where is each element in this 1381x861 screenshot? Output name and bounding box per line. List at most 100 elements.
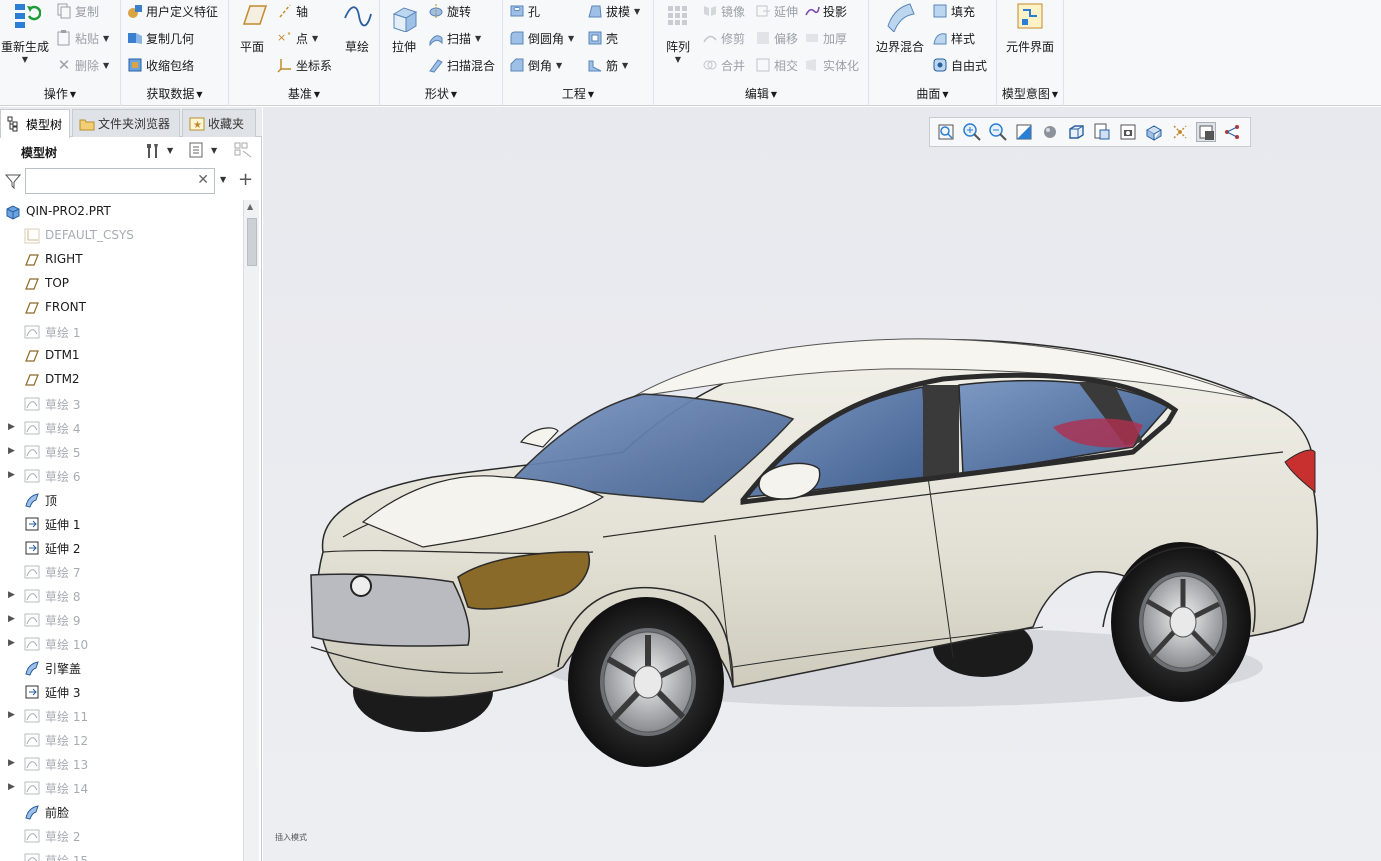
expand-arrow-icon[interactable]: ▶ xyxy=(8,782,15,792)
hole-button[interactable]: 孔 xyxy=(509,0,540,22)
tree-item[interactable]: 草绘 3 xyxy=(0,392,243,416)
tree-item[interactable]: 前脸 xyxy=(0,800,243,824)
tab-model-tree[interactable]: 模型树 xyxy=(0,109,70,138)
tree-item[interactable]: ▶ 草绘 4 xyxy=(0,416,243,440)
tree-item[interactable]: ▶ 草绘 8 xyxy=(0,584,243,608)
tree-item[interactable]: 延伸 1 xyxy=(0,512,243,536)
offset-button[interactable]: 偏移 xyxy=(755,27,798,49)
draft-button[interactable]: 拔模 ▼ xyxy=(587,0,640,22)
group-title-model-intent[interactable]: 模型意图 ▼ xyxy=(997,85,1063,103)
tree-item[interactable]: ▶ 草绘 14 xyxy=(0,776,243,800)
pattern-dropdown-icon[interactable]: ▼ xyxy=(658,55,698,64)
clear-search-icon[interactable]: ✕ xyxy=(197,172,209,188)
tree-item[interactable]: FRONT xyxy=(0,296,243,320)
thicken-button[interactable]: 加厚 xyxy=(804,27,847,49)
style-button[interactable]: 样式 xyxy=(932,27,975,49)
intersect-button[interactable]: 相交 xyxy=(755,54,798,76)
group-title-editing[interactable]: 编辑 ▼ xyxy=(654,85,868,103)
tree-settings-button[interactable]: ▼ xyxy=(144,142,173,158)
tree-item[interactable]: QIN-PRO2.PRT xyxy=(0,200,243,224)
component-interface-button[interactable]: 元件界面 xyxy=(999,2,1061,55)
tree-show-button[interactable]: ▼ xyxy=(188,142,217,158)
tree-item[interactable]: 延伸 3 xyxy=(0,680,243,704)
paste-button[interactable]: 粘贴 ▼ xyxy=(56,27,109,49)
group-title-surfaces[interactable]: 曲面 ▼ xyxy=(869,85,996,103)
regenerate-button[interactable]: 重新生成 ▼ xyxy=(0,2,50,64)
expand-arrow-icon[interactable]: ▶ xyxy=(8,758,15,768)
project-button[interactable]: 投影 xyxy=(804,0,847,22)
tree-item[interactable]: ▶ 草绘 6 xyxy=(0,464,243,488)
tree-search-input[interactable]: ✕ xyxy=(25,168,215,194)
axis-button[interactable]: 轴 xyxy=(277,0,308,22)
extend-button[interactable]: 延伸 xyxy=(755,0,798,22)
sweep-button[interactable]: 扫描 ▼ xyxy=(428,27,481,49)
tree-item[interactable]: RIGHT xyxy=(0,248,243,272)
tree-item[interactable]: 草绘 7 xyxy=(0,560,243,584)
shrinkwrap-button[interactable]: 收缩包络 xyxy=(127,54,194,76)
mirror-button[interactable]: 镜像 xyxy=(702,0,745,22)
tree-item[interactable]: 草绘 15 xyxy=(0,848,243,861)
tree-item[interactable]: 延伸 2 xyxy=(0,536,243,560)
tab-favorites[interactable]: ★ 收藏夹 xyxy=(182,109,256,137)
tree-columns-button[interactable] xyxy=(234,142,253,161)
tree-item[interactable]: 草绘 12 xyxy=(0,728,243,752)
shell-button[interactable]: 壳 xyxy=(587,27,618,49)
pattern-button[interactable]: 阵列 ▼ xyxy=(658,2,698,64)
tree-item[interactable]: ▶ 草绘 11 xyxy=(0,704,243,728)
extrude-button[interactable]: 拉伸 xyxy=(382,2,426,55)
tree-item[interactable]: ▶ 草绘 5 xyxy=(0,440,243,464)
group-title-shapes[interactable]: 形状 ▼ xyxy=(380,85,502,103)
rib-button[interactable]: 筋 ▼ xyxy=(587,54,628,76)
expand-arrow-icon[interactable]: ▶ xyxy=(8,614,15,624)
expand-arrow-icon[interactable]: ▶ xyxy=(8,446,15,456)
scroll-up-icon[interactable]: ▲ xyxy=(247,202,253,211)
tree-item[interactable]: DEFAULT_CSYS xyxy=(0,224,243,248)
search-dropdown-icon[interactable]: ▼ xyxy=(220,175,226,184)
point-button[interactable]: ×˟ 点 ▼ xyxy=(277,27,318,49)
expand-arrow-icon[interactable]: ▶ xyxy=(8,422,15,432)
plane-button[interactable]: 平面 xyxy=(233,2,271,55)
group-title-engineering[interactable]: 工程 ▼ xyxy=(503,85,653,103)
trim-button[interactable]: 修剪 xyxy=(702,27,745,49)
tree-item[interactable]: 引擎盖 xyxy=(0,656,243,680)
tree-item[interactable]: 草绘 2 xyxy=(0,824,243,848)
swept-blend-button[interactable]: 扫描混合 xyxy=(428,54,495,76)
freestyle-button[interactable]: 自由式 xyxy=(932,54,987,76)
tree-item[interactable]: ▶ 草绘 10 xyxy=(0,632,243,656)
sketch-button[interactable]: 草绘 xyxy=(337,2,377,55)
tree-item[interactable]: ▶ 草绘 9 xyxy=(0,608,243,632)
udf-button[interactable]: 用户定义特征 xyxy=(127,0,218,22)
group-title-get-data[interactable]: 获取数据 ▼ xyxy=(121,85,228,103)
tree-item[interactable]: TOP xyxy=(0,272,243,296)
tree-scrollbar[interactable]: ▲ xyxy=(243,200,259,861)
merge-button[interactable]: 合并 xyxy=(702,54,745,76)
round-button[interactable]: 倒圆角 ▼ xyxy=(509,27,574,49)
expand-arrow-icon[interactable]: ▶ xyxy=(8,470,15,480)
boundary-blend-button[interactable]: 边界混合 xyxy=(873,2,927,55)
expand-arrow-icon[interactable]: ▶ xyxy=(8,638,15,648)
filter-icon[interactable] xyxy=(4,173,22,190)
fill-button[interactable]: 填充 xyxy=(932,0,975,22)
copy-geometry-button[interactable]: 复制几何 xyxy=(127,27,194,49)
tab-folder-browser[interactable]: 文件夹浏览器 xyxy=(72,109,180,137)
tree-item[interactable]: DTM2 xyxy=(0,368,243,392)
scroll-thumb[interactable] xyxy=(247,218,257,266)
copy-button[interactable]: 复制 xyxy=(56,0,99,22)
regenerate-dropdown-icon[interactable]: ▼ xyxy=(0,55,50,64)
expand-arrow-icon[interactable]: ▶ xyxy=(8,590,15,600)
expand-arrow-icon[interactable]: ▶ xyxy=(8,710,15,720)
csys-button[interactable]: 坐标系 xyxy=(277,54,332,76)
tree-item[interactable]: ▶ 草绘 13 xyxy=(0,752,243,776)
graphics-viewport[interactable]: 插入模式 xyxy=(263,107,1381,861)
tree-item[interactable]: DTM1 xyxy=(0,344,243,368)
car-model[interactable] xyxy=(263,107,1381,861)
group-title-operations[interactable]: 操作 ▼ xyxy=(0,85,120,103)
group-title-datum[interactable]: 基准 ▼ xyxy=(229,85,379,103)
revolve-button[interactable]: 旋转 xyxy=(428,0,471,22)
chamfer-button[interactable]: 倒角 ▼ xyxy=(509,54,562,76)
tree-item[interactable]: 顶 xyxy=(0,488,243,512)
delete-button[interactable]: ✕ 删除 ▼ xyxy=(56,54,109,76)
tree-item[interactable]: 草绘 1 xyxy=(0,320,243,344)
add-filter-icon[interactable]: + xyxy=(238,169,253,190)
solidify-button[interactable]: 实体化 xyxy=(804,54,859,76)
